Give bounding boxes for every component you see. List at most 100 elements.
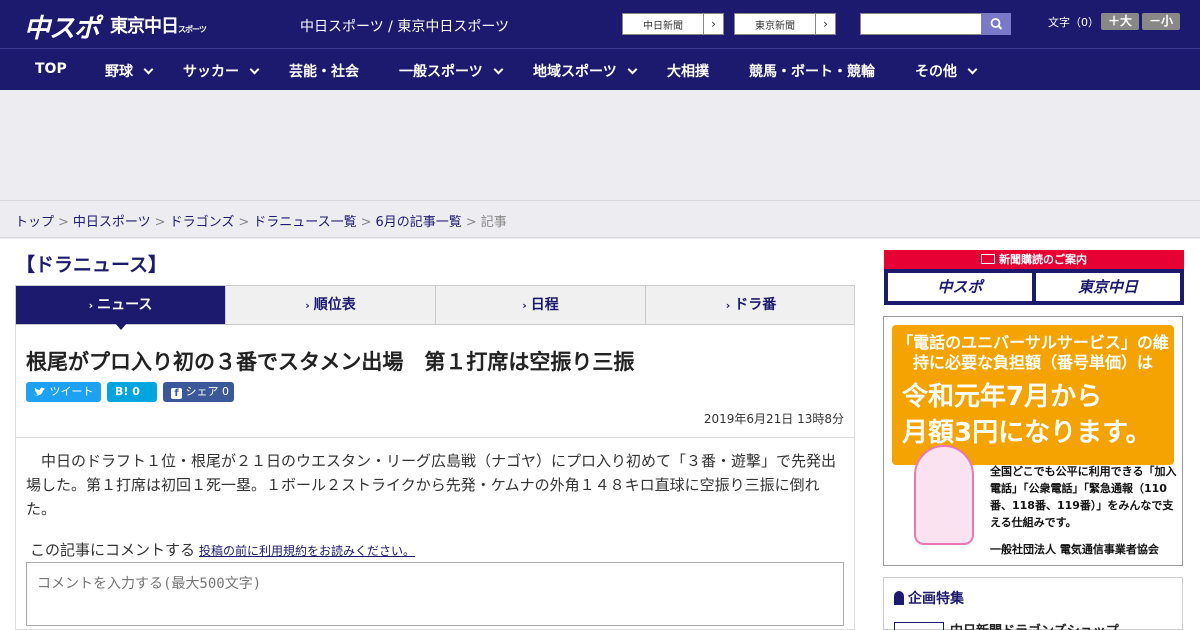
subscribe-chunichi-sports[interactable]: 中スポ xyxy=(888,273,1032,301)
breadcrumb-dragons[interactable]: ドラゴンズ xyxy=(170,215,235,230)
facebook-share-button[interactable]: f シェア 0 xyxy=(163,382,234,402)
chevron-right-icon: › xyxy=(815,14,835,34)
search-button[interactable] xyxy=(982,13,1011,35)
special-features-title: 企画特集 xyxy=(894,588,964,608)
tab-standings[interactable]: › 順位表 xyxy=(226,286,436,324)
subscription-header-text: 新聞購読のご案内 xyxy=(999,253,1087,266)
chevron-down-icon xyxy=(493,64,504,75)
tab-label: 順位表 xyxy=(313,297,356,313)
breadcrumb-current: 記事 xyxy=(480,215,507,230)
ad-main-text: 令和元年7月から 月額3円になります。 xyxy=(902,379,1152,451)
ad-space xyxy=(0,90,1200,200)
nav-label: サッカー xyxy=(183,64,239,80)
nav-soccer[interactable]: サッカー xyxy=(183,61,260,81)
tokyo-chunichi-logo[interactable]: 東京中日スポーツ xyxy=(110,12,207,38)
chunichi-shimbun-link[interactable]: 中日新聞 › xyxy=(622,13,724,35)
tokyo-logo-text: 東京中日 xyxy=(110,16,179,37)
ad-headline: 「電話のユニバーサルサービス」の維持に必要な負担額（番号単価）は xyxy=(897,333,1169,372)
comment-input[interactable] xyxy=(26,562,844,626)
ad-description: 全国どこでも公平に利用できる「加入電話」「公衆電話」「緊急通報（110番、118… xyxy=(990,465,1177,529)
tab-dora-ban[interactable]: › ドラ番 xyxy=(646,286,856,324)
search-input[interactable] xyxy=(860,13,982,35)
facebook-label: シェア 0 xyxy=(185,385,230,398)
facebook-icon: f xyxy=(171,388,182,399)
tab-news[interactable]: › ニュース xyxy=(16,286,226,324)
tokyo-shimbun-link[interactable]: 東京新聞 › xyxy=(734,13,836,35)
nav-label: 野球 xyxy=(105,64,133,80)
breadcrumb: トップ > 中日スポーツ > ドラゴンズ > ドラニュース一覧 >6月の記事一覧 > 記事 xyxy=(0,200,1200,238)
breadcrumb-top[interactable]: トップ xyxy=(15,215,54,230)
feature-item-dragons-shop[interactable]: 中日新聞ドラゴンズショップ xyxy=(950,620,1119,630)
search-icon xyxy=(990,18,1003,30)
tweet-button[interactable]: ツイート xyxy=(26,382,101,402)
nav-general-sports[interactable]: 一般スポーツ xyxy=(399,61,504,81)
ribbon-icon xyxy=(894,591,904,605)
nav-entertainment[interactable]: 芸能・社会 xyxy=(289,61,359,81)
breadcrumb-dra-news-list[interactable]: ドラニュース一覧 xyxy=(253,215,356,230)
nav-sumo[interactable]: 大相撲 xyxy=(667,61,709,81)
site-header: 中スポ 東京中日スポーツ 中日スポーツ / 東京中日スポーツ 中日新聞 › 東京… xyxy=(0,0,1200,48)
nav-label: 競馬・ボート・競輪 xyxy=(749,64,875,80)
chevron-down-icon xyxy=(143,64,154,75)
tab-label: 日程 xyxy=(530,297,559,313)
tokyo-logo-sub: スポーツ xyxy=(178,25,207,34)
chevron-down-icon xyxy=(967,64,978,75)
chevron-right-icon: › xyxy=(725,299,731,312)
hatena-bookmark-button[interactable]: B! 0 xyxy=(107,382,157,402)
nav-racing[interactable]: 競馬・ボート・競輪 xyxy=(749,61,875,81)
twitter-icon xyxy=(34,387,45,396)
comment-label-text: この記事にコメントする xyxy=(30,541,196,559)
chevron-right-icon: › xyxy=(305,299,310,312)
breadcrumb-separator: > xyxy=(465,215,477,230)
chevron-right-icon: › xyxy=(522,299,527,312)
nav-label: 芸能・社会 xyxy=(289,64,359,80)
newspaper-icon xyxy=(981,254,995,264)
breadcrumb-chunichi-sports[interactable]: 中日スポーツ xyxy=(73,215,151,230)
chevron-down-icon xyxy=(249,64,260,75)
universal-service-ad[interactable]: 「電話のユニバーサルサービス」の維持に必要な負担額（番号単価）は 令和元年7月か… xyxy=(883,316,1183,566)
font-smaller-button[interactable]: －小 xyxy=(1142,13,1180,30)
main-nav: TOP 野球 サッカー 芸能・社会 一般スポーツ 地域スポーツ 大相撲 競馬・ボ… xyxy=(0,48,1200,90)
tab-schedule[interactable]: › 日程 xyxy=(436,286,646,324)
tab-label: ドラ番 xyxy=(734,297,777,313)
paper-link-label: 東京新聞 xyxy=(755,21,795,32)
nav-label: 一般スポーツ xyxy=(399,64,483,80)
nav-top[interactable]: TOP xyxy=(35,61,67,77)
comment-terms-link[interactable]: 投稿の前に利用規約をお読みください。 xyxy=(199,544,415,558)
nav-baseball[interactable]: 野球 xyxy=(105,61,154,81)
nav-label: 地域スポーツ xyxy=(533,64,617,80)
font-larger-button[interactable]: ＋大 xyxy=(1101,13,1139,30)
chevron-right-icon: › xyxy=(88,299,94,312)
comment-label: この記事にコメントする 投稿の前に利用規約をお読みください。 xyxy=(30,539,415,560)
breadcrumb-separator: > xyxy=(154,215,166,230)
subscribe-tokyo-chunichi[interactable]: 東京中日 xyxy=(1036,273,1180,301)
nav-local-sports[interactable]: 地域スポーツ xyxy=(533,61,638,81)
tab-label: ニュース xyxy=(97,297,153,313)
breadcrumb-june-articles[interactable]: 6月の記事一覧 xyxy=(376,215,462,230)
font-size-label: 文字（0） xyxy=(1048,16,1099,29)
news-tabs: › ニュース › 順位表 › 日程 › ドラ番 xyxy=(15,285,855,325)
subscription-banner[interactable]: 新聞購読のご案内 中スポ 東京中日 xyxy=(884,250,1184,305)
nav-label: その他 xyxy=(915,64,957,80)
section-title: 【ドラニュース】 xyxy=(16,254,168,276)
chevron-right-icon: › xyxy=(703,14,723,34)
article-headline: 根尾がプロ入り初の３番でスタメン出場 第１打席は空振り三振 xyxy=(26,350,635,374)
subscription-header: 新聞購読のご案内 xyxy=(884,250,1184,269)
site-title: 中日スポーツ / 東京中日スポーツ xyxy=(300,19,510,35)
paper-link-label: 中日新聞 xyxy=(643,21,683,32)
article-date: 2019年6月21日 13時8分 xyxy=(703,412,844,426)
article-body: 中日のドラフト１位・根尾が２１日のウエスタン・リーグ広島戦（ナゴヤ）にプロ入り初… xyxy=(26,452,837,518)
special-features-title-text: 企画特集 xyxy=(908,591,964,607)
breadcrumb-separator: > xyxy=(360,215,372,230)
nav-label: 大相撲 xyxy=(667,64,709,80)
nav-other[interactable]: その他 xyxy=(915,61,978,81)
chevron-down-icon xyxy=(627,64,638,75)
nav-label: TOP xyxy=(35,61,67,77)
bunny-mascot-icon xyxy=(914,445,974,545)
breadcrumb-separator: > xyxy=(238,215,250,230)
breadcrumb-separator: > xyxy=(58,215,69,230)
ad-orange-panel: 「電話のユニバーサルサービス」の維持に必要な負担額（番号単価）は 令和元年7月か… xyxy=(892,325,1174,465)
special-features-box: 企画特集 中日新聞ドラゴンズショップ xyxy=(883,577,1183,630)
feature-thumbnail[interactable] xyxy=(894,622,944,630)
chunichi-sports-logo[interactable]: 中スポ xyxy=(24,8,100,45)
